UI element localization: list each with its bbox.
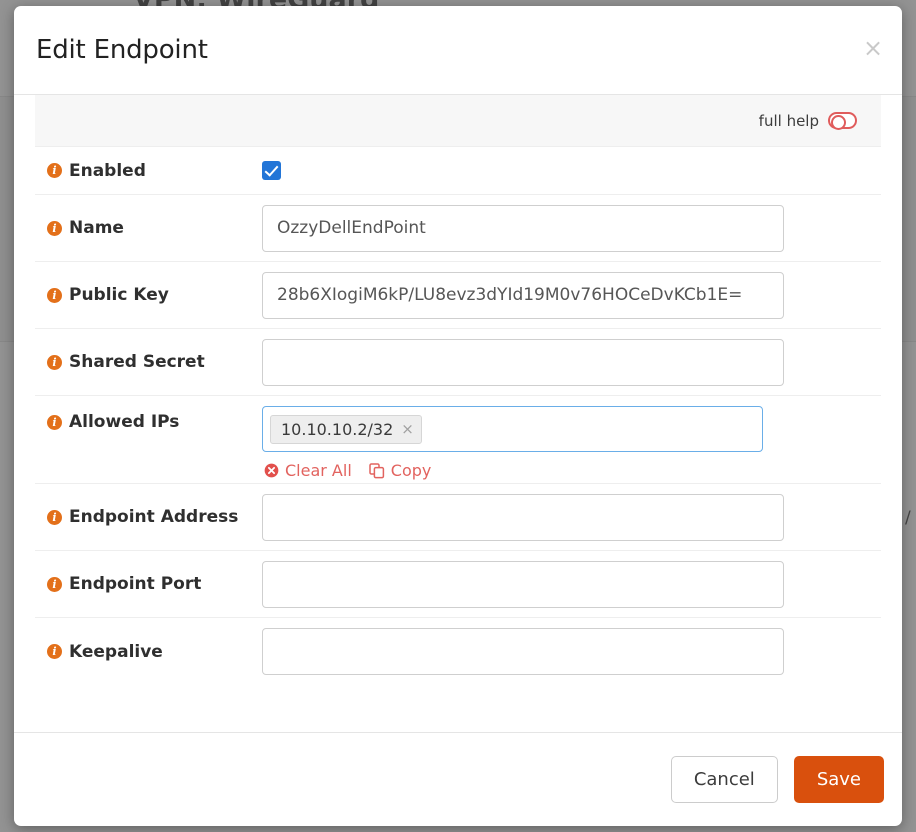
info-icon[interactable]: i: [47, 354, 62, 370]
info-icon[interactable]: i: [47, 414, 62, 430]
field-control-shared-secret: [262, 338, 881, 386]
field-label-text: Allowed IPs: [69, 412, 180, 432]
clear-all-button[interactable]: Clear All: [264, 461, 352, 480]
field-row-endpoint-port: i Endpoint Port: [35, 551, 881, 618]
endpoint-port-input[interactable]: [262, 560, 784, 608]
allowed-ips-tag-input[interactable]: 10.10.10.2/32 ×: [262, 406, 763, 452]
field-control-endpoint-address: [262, 493, 881, 541]
field-row-keepalive: i Keepalive: [35, 618, 881, 685]
field-control-public-key: [262, 271, 881, 319]
copy-icon: [369, 462, 384, 478]
field-control-name: [262, 204, 881, 252]
public-key-input[interactable]: [262, 271, 784, 319]
field-label-endpoint-address: i Endpoint Address: [35, 507, 262, 527]
field-control-enabled: [262, 161, 881, 180]
clear-all-label: Clear All: [285, 461, 352, 480]
field-row-name: i Name: [35, 195, 881, 262]
field-label-text: Enabled: [69, 160, 146, 181]
dialog-title: Edit Endpoint: [36, 35, 208, 65]
edit-endpoint-dialog: Edit Endpoint × full help i Enabled i Na…: [14, 6, 902, 826]
full-help-row: full help: [35, 95, 881, 147]
shared-secret-input[interactable]: [262, 338, 784, 386]
dialog-body: full help i Enabled i Name OzzyDellEndPo…: [14, 95, 902, 732]
field-control-allowed-ips: 10.10.10.2/32 × Clear All Copy: [262, 406, 881, 480]
enabled-checkbox[interactable]: [262, 161, 281, 180]
dialog-footer: Cancel Save: [14, 732, 902, 826]
field-control-endpoint-port: [262, 560, 881, 608]
info-icon[interactable]: i: [47, 287, 62, 303]
field-label-shared-secret: i Shared Secret: [35, 352, 262, 372]
field-label-enabled: i Enabled: [35, 161, 262, 181]
copy-button[interactable]: Copy: [369, 461, 432, 480]
cancel-button[interactable]: Cancel: [670, 756, 778, 803]
clear-all-icon: [264, 463, 279, 478]
field-control-keepalive: [262, 628, 881, 675]
full-help-toggle[interactable]: [828, 112, 857, 130]
name-input[interactable]: [262, 204, 784, 252]
dialog-header: Edit Endpoint ×: [14, 6, 902, 95]
full-help-label: full help: [758, 111, 819, 130]
info-icon[interactable]: i: [47, 644, 62, 659]
field-row-enabled: i Enabled: [35, 147, 881, 195]
field-row-allowed-ips: i Allowed IPs 10.10.10.2/32 × Clear All …: [35, 396, 881, 484]
field-row-endpoint-address: i Endpoint Address: [35, 484, 881, 551]
tag-remove-icon[interactable]: ×: [401, 421, 414, 437]
allowed-ips-actions: Clear All Copy: [262, 461, 881, 480]
field-row-shared-secret: i Shared Secret: [35, 329, 881, 396]
field-label-text: Endpoint Address: [69, 507, 239, 527]
info-icon[interactable]: i: [47, 509, 62, 525]
info-icon[interactable]: i: [47, 220, 62, 236]
field-label-text: Name: [69, 218, 124, 238]
field-label-name: i Name: [35, 218, 262, 238]
field-label-text: Endpoint Port: [69, 574, 202, 594]
copy-label: Copy: [390, 461, 432, 480]
info-icon[interactable]: i: [47, 576, 62, 592]
field-label-keepalive: i Keepalive: [35, 642, 262, 662]
field-label-text: Public Key: [69, 285, 169, 305]
close-icon[interactable]: ×: [858, 33, 888, 63]
keepalive-input[interactable]: [262, 628, 784, 675]
tag-chip: 10.10.10.2/32 ×: [270, 414, 422, 444]
field-label-public-key: i Public Key: [35, 285, 262, 305]
field-label-text: Keepalive: [69, 641, 163, 662]
save-button[interactable]: Save: [793, 756, 884, 803]
info-icon[interactable]: i: [47, 163, 62, 178]
field-row-public-key: i Public Key: [35, 262, 881, 329]
field-label-text: Shared Secret: [69, 352, 205, 372]
field-label-endpoint-port: i Endpoint Port: [35, 574, 262, 594]
field-label-allowed-ips: i Allowed IPs: [35, 406, 262, 432]
endpoint-address-input[interactable]: [262, 493, 784, 541]
tag-chip-label: 10.10.10.2/32: [281, 419, 394, 439]
